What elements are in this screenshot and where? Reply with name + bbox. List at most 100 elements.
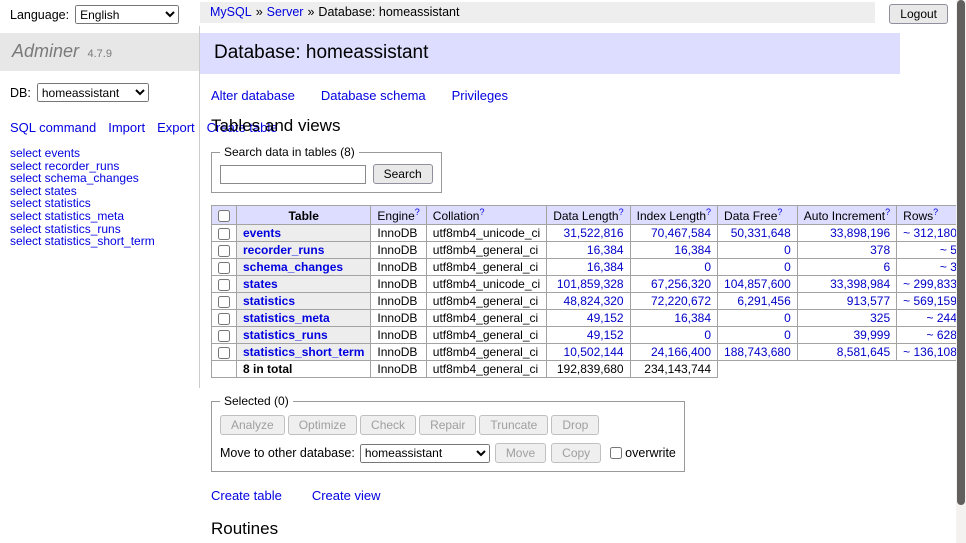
column-help-link[interactable]: ? — [619, 207, 624, 217]
db-nav-link[interactable]: Alter database — [211, 88, 295, 103]
index-length-link[interactable]: 67,256,320 — [651, 277, 711, 291]
sidebar-table-link[interactable]: select events — [10, 147, 189, 160]
db-nav-link[interactable]: Privileges — [452, 88, 508, 103]
sidebar-action-link[interactable]: Import — [108, 120, 145, 135]
db-nav-link[interactable]: Database schema — [321, 88, 426, 103]
column-help-link[interactable]: ? — [479, 207, 484, 217]
rows-count-link[interactable]: ~ 3 — [940, 260, 957, 274]
index-length-link[interactable]: 0 — [704, 328, 711, 342]
data-length-link[interactable]: 48,824,320 — [564, 294, 624, 308]
index-length-link[interactable]: 16,384 — [674, 243, 711, 257]
data-free-link[interactable]: 0 — [784, 243, 791, 257]
data-free-link[interactable]: 0 — [784, 311, 791, 325]
table-name-link[interactable]: events — [243, 226, 281, 240]
scrollbar-thumb[interactable] — [957, 0, 965, 505]
data-length-link[interactable]: 16,384 — [587, 243, 624, 257]
sidebar-table-link[interactable]: select statistics_meta — [10, 210, 189, 223]
table-name-link[interactable]: statistics_runs — [243, 328, 328, 342]
sidebar-action-link[interactable]: Export — [157, 120, 195, 135]
db-select[interactable]: homeassistant — [37, 83, 149, 102]
bulk-action-button[interactable]: Analyze — [220, 415, 285, 435]
row-checkbox[interactable] — [218, 279, 230, 291]
index-length-link[interactable]: 72,220,672 — [651, 294, 711, 308]
sidebar-table-link[interactable]: select schema_changes — [10, 172, 189, 185]
rows-count-link[interactable]: ~ 312,180 — [903, 226, 957, 240]
row-checkbox[interactable] — [218, 245, 230, 257]
collation-cell: utf8mb4_general_ci — [426, 259, 546, 276]
bulk-action-button[interactable]: Repair — [419, 415, 476, 435]
data-free-link[interactable]: 6,291,456 — [737, 294, 790, 308]
row-checkbox[interactable] — [218, 347, 230, 359]
row-checkbox[interactable] — [218, 296, 230, 308]
auto-increment-link[interactable]: 8,581,645 — [837, 345, 890, 359]
rows-count-link[interactable]: ~ 299,833 — [903, 277, 957, 291]
index-length-link[interactable]: 0 — [704, 260, 711, 274]
rows-count-link[interactable]: ~ 628 — [927, 328, 957, 342]
breadcrumb-server-link[interactable]: Server — [267, 5, 304, 19]
auto-increment-link[interactable]: 913,577 — [847, 294, 890, 308]
rows-count-link[interactable]: ~ 5 — [940, 243, 957, 257]
breadcrumb-mysql-link[interactable]: MySQL — [210, 5, 252, 19]
data-length-link[interactable]: 101,859,328 — [557, 277, 624, 291]
move-db-select[interactable]: homeassistant — [360, 444, 490, 463]
auto-increment-link[interactable]: 39,999 — [853, 328, 890, 342]
bulk-action-button[interactable]: Truncate — [479, 415, 548, 435]
data-length-link[interactable]: 49,152 — [587, 328, 624, 342]
table-name-link[interactable]: statistics — [243, 294, 295, 308]
data-length-link[interactable]: 31,522,816 — [564, 226, 624, 240]
data-free-link[interactable]: 188,743,680 — [724, 345, 791, 359]
data-length-link[interactable]: 10,502,144 — [564, 345, 624, 359]
create-link[interactable]: Create view — [312, 488, 381, 503]
rows-count-link[interactable]: ~ 569,159 — [903, 294, 957, 308]
search-input[interactable] — [220, 165, 366, 184]
data-length-link[interactable]: 16,384 — [587, 260, 624, 274]
sidebar-table-link[interactable]: select statistics_short_term — [10, 235, 189, 248]
table-name-link[interactable]: states — [243, 277, 278, 291]
table-name-link[interactable]: recorder_runs — [243, 243, 324, 257]
move-button[interactable]: Move — [495, 443, 546, 463]
vertical-scrollbar[interactable] — [956, 0, 966, 543]
index-length-link[interactable]: 16,384 — [674, 311, 711, 325]
row-checkbox[interactable] — [218, 330, 230, 342]
table-name-link[interactable]: statistics_meta — [243, 311, 330, 325]
data-length-link[interactable]: 49,152 — [587, 311, 624, 325]
logout-button[interactable]: Logout — [889, 4, 948, 24]
auto-increment-link[interactable]: 6 — [883, 260, 890, 274]
column-help-link[interactable]: ? — [706, 207, 711, 217]
column-header: Engine? — [371, 206, 426, 225]
data-free-link[interactable]: 104,857,600 — [724, 277, 791, 291]
row-checkbox[interactable] — [218, 313, 230, 325]
bulk-action-button[interactable]: Optimize — [288, 415, 357, 435]
auto-increment-link[interactable]: 378 — [870, 243, 890, 257]
create-link[interactable]: Create table — [211, 488, 282, 503]
row-checkbox[interactable] — [218, 228, 230, 240]
table-name-cell: schema_changes — [237, 259, 371, 276]
column-help-link[interactable]: ? — [415, 207, 420, 217]
overwrite-checkbox[interactable] — [610, 447, 622, 459]
index-length-link[interactable]: 24,166,400 — [651, 345, 711, 359]
adminer-logo-link[interactable]: Adminer — [12, 41, 79, 61]
data-free-link[interactable]: 0 — [784, 328, 791, 342]
sidebar-action-link[interactable]: SQL command — [10, 120, 96, 135]
table-name-link[interactable]: statistics_short_term — [243, 345, 364, 359]
data-free-link[interactable]: 50,331,648 — [731, 226, 791, 240]
copy-button[interactable]: Copy — [551, 443, 601, 463]
check-all-checkbox[interactable] — [218, 210, 230, 222]
auto-increment-link[interactable]: 33,398,984 — [830, 277, 890, 291]
rows-count-link[interactable]: ~ 244 — [927, 311, 957, 325]
auto-increment-cell: 378 — [797, 242, 896, 259]
language-select[interactable]: English — [75, 5, 179, 24]
index-length-link[interactable]: 70,467,584 — [651, 226, 711, 240]
column-help-link[interactable]: ? — [777, 207, 782, 217]
row-checkbox[interactable] — [218, 262, 230, 274]
search-button[interactable]: Search — [373, 164, 433, 184]
column-help-link[interactable]: ? — [933, 207, 938, 217]
bulk-action-button[interactable]: Drop — [551, 415, 599, 435]
auto-increment-link[interactable]: 325 — [870, 311, 890, 325]
bulk-action-button[interactable]: Check — [360, 415, 416, 435]
rows-count-link[interactable]: ~ 136,108 — [903, 345, 957, 359]
table-name-link[interactable]: schema_changes — [243, 260, 343, 274]
data-free-link[interactable]: 0 — [784, 260, 791, 274]
column-help-link[interactable]: ? — [885, 207, 890, 217]
auto-increment-link[interactable]: 33,898,196 — [830, 226, 890, 240]
